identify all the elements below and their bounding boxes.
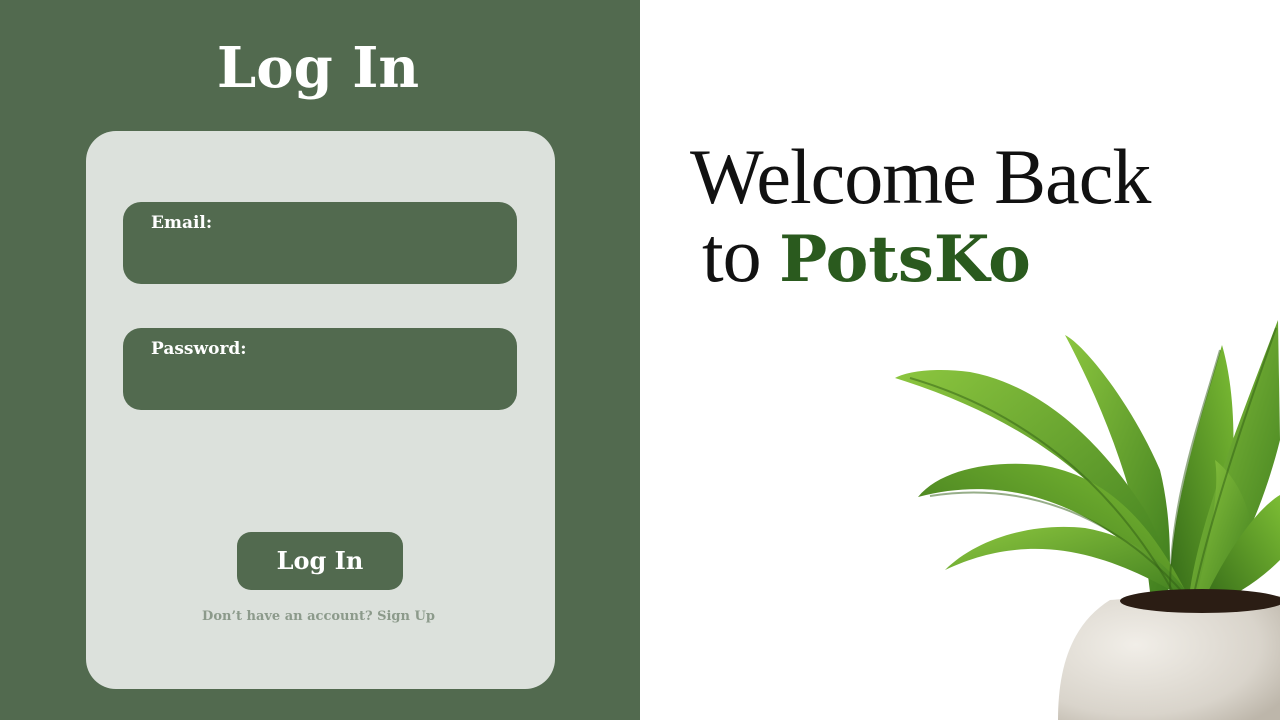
- brand-name: PotsKo: [779, 222, 1031, 297]
- password-field[interactable]: Password:: [123, 328, 517, 410]
- welcome-line-2: to PotsKo: [690, 216, 1250, 299]
- signup-prompt: Don’t have an account? Sign Up: [86, 608, 551, 626]
- signup-link[interactable]: Sign Up: [377, 609, 435, 624]
- email-field[interactable]: Email:: [123, 202, 517, 284]
- signup-prompt-text: Don’t have an account?: [202, 609, 373, 624]
- email-input[interactable]: [149, 240, 493, 270]
- login-button[interactable]: Log In: [237, 532, 403, 590]
- welcome-to: to: [702, 211, 762, 298]
- login-card: Email: Password: Log In Don’t have an ac…: [86, 131, 555, 689]
- welcome-heading: Welcome Back to PotsKo: [690, 138, 1250, 299]
- potted-plant-icon: [895, 320, 1280, 720]
- email-label: Email:: [151, 213, 213, 233]
- login-panel: Log In Email: Password: Log In Don’t hav…: [0, 0, 640, 720]
- page-title: Log In: [216, 35, 420, 101]
- password-label: Password:: [151, 339, 247, 359]
- login-page: Log In Email: Password: Log In Don’t hav…: [0, 0, 1280, 720]
- welcome-line-1: Welcome Back: [690, 133, 1151, 220]
- password-input[interactable]: [149, 366, 493, 396]
